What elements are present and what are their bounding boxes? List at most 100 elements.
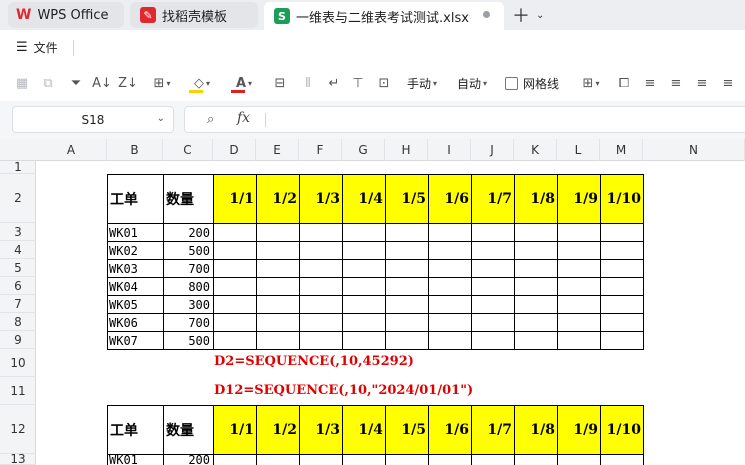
tab-docer-templates[interactable]: ✎ 找稻壳模板 xyxy=(130,2,258,28)
freeze-panes-button[interactable]: ⊞ ▾ xyxy=(576,73,606,93)
date-header-cell[interactable]: 1/4 xyxy=(342,405,386,455)
date-header-cell[interactable]: 1/2 xyxy=(256,405,300,455)
empty-data-cell[interactable] xyxy=(299,295,343,314)
sort-ascending-icon[interactable]: A↓ xyxy=(92,73,112,93)
order-cell[interactable]: WK04 xyxy=(107,277,164,296)
empty-data-cell[interactable] xyxy=(256,313,300,332)
column-header-d[interactable]: D xyxy=(213,139,256,161)
empty-data-cell[interactable] xyxy=(600,331,644,350)
empty-data-cell[interactable] xyxy=(385,313,429,332)
quantity-cell[interactable]: 300 xyxy=(163,295,214,314)
empty-data-cell[interactable] xyxy=(428,259,472,278)
row-header-6[interactable]: 6 xyxy=(0,277,36,295)
empty-data-cell[interactable] xyxy=(514,223,558,242)
date-header-cell[interactable]: 1/1 xyxy=(213,174,257,224)
column-header-n[interactable]: N xyxy=(643,139,745,161)
date-header-cell[interactable]: 1/6 xyxy=(428,405,472,455)
empty-data-cell[interactable] xyxy=(600,259,644,278)
align-right-icon[interactable]: ≡ xyxy=(692,73,712,93)
empty-data-cell[interactable] xyxy=(557,331,601,350)
empty-data-cell[interactable] xyxy=(557,241,601,260)
row-height-dropdown[interactable]: 手动 ▾ xyxy=(402,73,442,93)
empty-data-cell[interactable] xyxy=(514,313,558,332)
empty-data-cell[interactable] xyxy=(471,277,515,296)
empty-data-cell[interactable] xyxy=(471,295,515,314)
empty-data-cell[interactable] xyxy=(342,259,386,278)
empty-data-cell[interactable] xyxy=(600,241,644,260)
align-left-icon[interactable]: ≡ xyxy=(640,73,660,93)
empty-data-cell[interactable] xyxy=(299,454,343,465)
empty-data-cell[interactable] xyxy=(256,223,300,242)
header-cell-quantity[interactable]: 数量 xyxy=(163,174,214,224)
column-header-a[interactable]: A xyxy=(36,139,107,161)
empty-data-cell[interactable] xyxy=(428,223,472,242)
sort-descending-icon[interactable]: Z↓ xyxy=(118,73,138,93)
unsaved-dot-icon[interactable] xyxy=(483,11,490,18)
date-header-cell[interactable]: 1/3 xyxy=(299,174,343,224)
file-menu-button[interactable]: ☰ 文件 xyxy=(16,39,58,56)
empty-data-cell[interactable] xyxy=(342,313,386,332)
empty-data-cell[interactable] xyxy=(471,241,515,260)
empty-data-cell[interactable] xyxy=(342,295,386,314)
column-header-j[interactable]: J xyxy=(471,139,514,161)
chevron-down-icon[interactable]: ⌄ xyxy=(536,10,544,21)
row-header-2[interactable]: 2 xyxy=(0,174,36,223)
column-header-c[interactable]: C xyxy=(163,139,213,161)
empty-data-cell[interactable] xyxy=(299,241,343,260)
quantity-cell[interactable]: 700 xyxy=(163,313,214,332)
row-header-5[interactable]: 5 xyxy=(0,259,36,277)
spreadsheet-grid[interactable]: ABCDEFGHIJKLMN 1 2 3 4 5 6 7 8 9 10 11 12 13 工单 数量 1/1… xyxy=(0,139,745,465)
date-header-cell[interactable]: 1/7 xyxy=(471,174,515,224)
date-header-cell[interactable]: 1/6 xyxy=(428,174,472,224)
empty-data-cell[interactable] xyxy=(213,454,257,465)
justify-icon[interactable]: ≡ xyxy=(718,73,738,93)
quantity-cell[interactable]: 500 xyxy=(163,241,214,260)
empty-data-cell[interactable] xyxy=(471,454,515,465)
empty-data-cell[interactable] xyxy=(342,454,386,465)
empty-data-cell[interactable] xyxy=(557,223,601,242)
order-cell[interactable]: WK07 xyxy=(107,331,164,350)
empty-data-cell[interactable] xyxy=(557,454,601,465)
column-header-b[interactable]: B xyxy=(107,139,163,161)
number-format-icon[interactable]: ▦ xyxy=(12,73,32,93)
empty-data-cell[interactable] xyxy=(342,277,386,296)
empty-data-cell[interactable] xyxy=(557,277,601,296)
empty-data-cell[interactable] xyxy=(299,277,343,296)
empty-data-cell[interactable] xyxy=(471,223,515,242)
empty-data-cell[interactable] xyxy=(213,259,257,278)
empty-data-cell[interactable] xyxy=(557,295,601,314)
empty-data-cell[interactable] xyxy=(213,331,257,350)
empty-data-cell[interactable] xyxy=(299,331,343,350)
date-header-cell[interactable]: 1/10 xyxy=(600,405,644,455)
empty-data-cell[interactable] xyxy=(428,241,472,260)
quantity-cell[interactable]: 200 xyxy=(163,223,214,242)
empty-data-cell[interactable] xyxy=(600,295,644,314)
empty-data-cell[interactable] xyxy=(213,277,257,296)
formula-note-2[interactable]: D12=SEQUENCE(,10,"2024/01/01") xyxy=(214,383,473,398)
empty-data-cell[interactable] xyxy=(342,223,386,242)
row-header-13[interactable]: 13 xyxy=(0,452,36,465)
column-header-g[interactable]: G xyxy=(342,139,385,161)
date-header-cell[interactable]: 1/4 xyxy=(342,174,386,224)
empty-data-cell[interactable] xyxy=(213,223,257,242)
empty-data-cell[interactable] xyxy=(385,259,429,278)
fill-color-button[interactable]: ◇ ▾ xyxy=(186,73,218,93)
wrap-text-icon[interactable]: ↵ xyxy=(324,73,344,93)
filter-icon[interactable]: ⏷ xyxy=(66,73,86,93)
paste-format-icon[interactable]: ⧉ xyxy=(38,73,58,93)
quantity-cell[interactable]: 700 xyxy=(163,259,214,278)
tab-workbook[interactable]: S 一维表与二维表考试测试.xlsx xyxy=(264,2,504,30)
date-header-cell[interactable]: 1/5 xyxy=(385,174,429,224)
name-box[interactable]: S18 ⌄ xyxy=(12,106,174,133)
empty-data-cell[interactable] xyxy=(471,331,515,350)
empty-data-cell[interactable] xyxy=(385,454,429,465)
quantity-cell[interactable]: 500 xyxy=(163,331,214,350)
fx-icon[interactable]: fx xyxy=(237,110,250,126)
column-header-h[interactable]: H xyxy=(385,139,428,161)
align-top-icon[interactable]: ⊤ xyxy=(348,73,368,93)
column-header-f[interactable]: F xyxy=(299,139,342,161)
empty-data-cell[interactable] xyxy=(514,295,558,314)
order-cell[interactable]: WK05 xyxy=(107,295,164,314)
cell-style-icon[interactable]: ⊟ xyxy=(270,73,290,93)
row-header-3[interactable]: 3 xyxy=(0,223,36,241)
